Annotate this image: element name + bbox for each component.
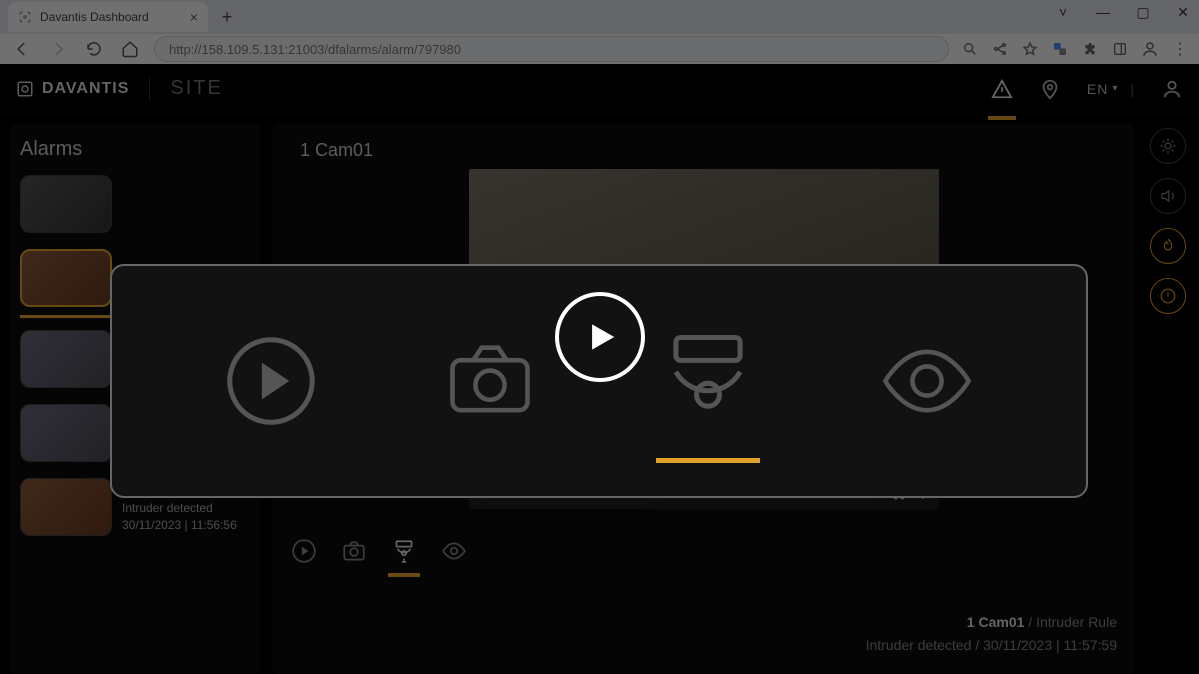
snapshot-button[interactable] (340, 537, 368, 565)
tab-title: Davantis Dashboard (40, 10, 149, 24)
summary-camera: 1 Cam01 (967, 614, 1025, 630)
sound-button[interactable] (1150, 178, 1186, 214)
url-input[interactable]: http://158.109.5.131:21003/dfalarms/alar… (154, 36, 949, 62)
alarm-thumb (20, 175, 112, 233)
brand-text: DAVANTIS (42, 80, 129, 98)
camera-label: 1 Cam01 (300, 140, 1119, 161)
back-icon[interactable] (10, 37, 34, 61)
alarm-time: 30/11/2023 | 11:56:56 (122, 517, 237, 534)
new-tab-button[interactable]: + (214, 4, 240, 30)
language-label: EN (1087, 81, 1108, 97)
site-label: SITE (170, 77, 222, 100)
chevron-down-icon[interactable]: ˅ (1051, 4, 1075, 21)
profile-icon[interactable] (1141, 40, 1159, 58)
home-icon[interactable] (118, 37, 142, 61)
language-selector[interactable]: EN ▾ | (1087, 81, 1135, 97)
center-play-button[interactable] (555, 292, 645, 382)
forward-icon[interactable] (46, 37, 70, 61)
replay-button[interactable] (290, 537, 318, 565)
browser-right-icons: ⋮ (961, 40, 1189, 58)
popup-replay-button[interactable] (211, 331, 331, 431)
window-controls: ˅ — ▢ ✕ (1051, 4, 1195, 21)
warning-button[interactable] (1150, 278, 1186, 314)
share-icon[interactable] (991, 40, 1009, 58)
alarm-thumb (20, 330, 112, 388)
url-text: http://158.109.5.131:21003/dfalarms/alar… (169, 42, 461, 57)
right-rail (1147, 124, 1189, 674)
maximize-icon[interactable]: ▢ (1131, 4, 1155, 21)
chevron-down-icon: ▾ (1112, 83, 1118, 94)
location-icon[interactable] (1039, 78, 1061, 100)
divider (149, 78, 150, 100)
alarm-thumb (20, 404, 112, 462)
summary-line2: Intruder detected / 30/11/2023 | 11:57:5… (866, 634, 1117, 656)
close-tab-icon[interactable]: × (190, 9, 198, 25)
alarm-thumb (20, 478, 112, 536)
address-bar: http://158.109.5.131:21003/dfalarms/alar… (0, 34, 1199, 64)
fire-button[interactable] (1150, 228, 1186, 264)
browser-tab[interactable]: Davantis Dashboard × (8, 2, 208, 32)
reload-icon[interactable] (82, 37, 106, 61)
filter-button[interactable] (1150, 128, 1186, 164)
zoom-icon[interactable] (961, 40, 979, 58)
translate-icon[interactable] (1051, 40, 1069, 58)
summary-rule: Intruder Rule (1036, 614, 1117, 630)
target-icon (18, 10, 32, 24)
kebab-icon[interactable]: ⋮ (1171, 40, 1189, 58)
minimize-icon[interactable]: — (1091, 4, 1115, 21)
popup-snapshot-button[interactable] (430, 331, 550, 431)
sidebar-title: Alarms (20, 138, 250, 161)
toolbar (290, 537, 1119, 565)
alarm-thumb (20, 249, 112, 307)
panel-icon[interactable] (1111, 40, 1129, 58)
alarm-item[interactable] (20, 175, 250, 233)
view-button[interactable] (440, 537, 468, 565)
ptz-button[interactable] (390, 537, 418, 565)
user-icon[interactable] (1161, 78, 1183, 100)
star-icon[interactable] (1021, 40, 1039, 58)
tab-strip: Davantis Dashboard × + ˅ — ▢ ✕ (0, 0, 1199, 34)
app-header: DAVANTIS SITE EN ▾ | (0, 64, 1199, 114)
popup-view-button[interactable] (867, 331, 987, 431)
brand[interactable]: DAVANTIS (16, 80, 129, 98)
popup-ptz-button[interactable] (648, 331, 768, 431)
summary-sep: / (1024, 614, 1036, 630)
alarm-desc: Intruder detected (122, 500, 237, 517)
alarm-summary: 1 Cam01 / Intruder Rule Intruder detecte… (866, 611, 1117, 656)
browser-chrome: Davantis Dashboard × + ˅ — ▢ ✕ http://15… (0, 0, 1199, 64)
close-window-icon[interactable]: ✕ (1171, 4, 1195, 21)
extensions-icon[interactable] (1081, 40, 1099, 58)
alerts-icon[interactable] (991, 78, 1013, 100)
